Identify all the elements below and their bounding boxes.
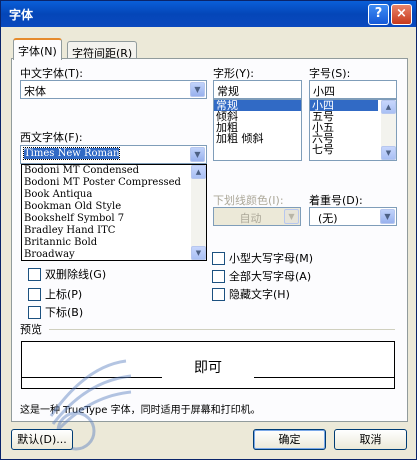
- checkbox-label: 全部大写字母(A): [229, 270, 312, 283]
- checkbox-label: 双删除线(G): [45, 268, 107, 281]
- checkbox-label: 小型大写字母(M): [229, 252, 314, 265]
- font-style-list[interactable]: 常规 倾斜 加粗 加粗 倾斜: [213, 99, 302, 161]
- preview-divider: [49, 329, 395, 330]
- double-strikethrough-checkbox[interactable]: 双删除线(G): [28, 266, 106, 282]
- checkbox-box[interactable]: [28, 305, 41, 319]
- ok-button[interactable]: 确定: [253, 429, 326, 450]
- small-caps-checkbox[interactable]: 小型大写字母(M): [212, 250, 313, 266]
- emphasis-combo[interactable]: (无) ▼: [309, 207, 397, 226]
- font-size-label: 字号(S):: [309, 67, 351, 80]
- chevron-down-icon[interactable]: ▼: [190, 82, 205, 97]
- emphasis-value: (无): [318, 212, 338, 225]
- scroll-up-icon[interactable]: ▲: [191, 165, 206, 179]
- superscript-checkbox[interactable]: 上标(P): [28, 286, 82, 302]
- font-size-input[interactable]: 小四: [309, 80, 397, 99]
- font-size-value: 小四: [313, 85, 335, 98]
- cancel-button[interactable]: 取消: [334, 429, 407, 450]
- tab-font[interactable]: 字体(N): [13, 38, 62, 60]
- checkbox-label: 上标(P): [45, 288, 83, 301]
- checkbox-label: 下标(B): [45, 306, 84, 319]
- western-font-value: Times New Roman: [22, 147, 121, 160]
- scrollbar[interactable]: ▲ ▼: [191, 165, 206, 260]
- list-item[interactable]: Bodoni MT Condensed: [22, 165, 192, 177]
- font-size-list[interactable]: 小四 五号 小五 六号 七号 ▲ ▼: [309, 99, 397, 161]
- underline-color-combo[interactable]: 自动 ▼: [213, 207, 301, 226]
- window-title: 字体: [9, 8, 34, 22]
- hidden-text-checkbox[interactable]: 隐藏文字(H): [212, 286, 290, 302]
- checkbox-label: 隐藏文字(H): [229, 288, 290, 301]
- chevron-down-icon[interactable]: ▼: [284, 209, 299, 224]
- western-font-label: 西文字体(F):: [20, 131, 83, 144]
- chevron-down-icon[interactable]: ▼: [190, 147, 205, 162]
- font-style-input[interactable]: 常规: [213, 80, 302, 99]
- list-item[interactable]: Britannic Bold: [22, 237, 192, 249]
- underline-color-label: 下划线颜色(I):: [213, 194, 284, 207]
- checkbox-box[interactable]: [212, 269, 225, 283]
- checkbox-box[interactable]: [212, 251, 225, 265]
- default-button[interactable]: 默认(D)...: [11, 429, 73, 450]
- title-bar[interactable]: 字体 ? ×: [1, 1, 416, 27]
- font-style-value: 常规: [217, 85, 239, 98]
- list-item[interactable]: 加粗 倾斜: [214, 133, 301, 144]
- checkbox-box[interactable]: [212, 287, 225, 301]
- preview-label: 预览: [20, 323, 42, 336]
- list-item[interactable]: Bookshelf Symbol 7: [22, 213, 192, 225]
- western-font-combo[interactable]: Times New Roman ▼: [20, 145, 207, 164]
- checkbox-box[interactable]: [28, 267, 41, 281]
- list-item[interactable]: Book Antiqua: [22, 189, 192, 201]
- list-item[interactable]: Bookman Old Style: [22, 201, 192, 213]
- scroll-down-icon[interactable]: ▼: [191, 246, 206, 260]
- scroll-up-icon[interactable]: ▲: [381, 100, 396, 114]
- checkbox-box[interactable]: [28, 287, 41, 301]
- subscript-checkbox[interactable]: 下标(B): [28, 304, 83, 320]
- scrollbar[interactable]: ▲ ▼: [381, 100, 396, 160]
- close-button[interactable]: ×: [391, 4, 412, 25]
- list-item[interactable]: Bradley Hand ITC: [22, 225, 192, 237]
- font-dialog: 字体 ? × 字体(N) 字符间距(R) 中文字体(T): 宋体 ▼ 字形(Y)…: [0, 0, 417, 460]
- preview-rule-right: [254, 377, 394, 378]
- underline-color-value: 自动: [239, 212, 262, 225]
- all-caps-checkbox[interactable]: 全部大写字母(A): [212, 268, 311, 284]
- chinese-font-value: 宋体: [24, 85, 46, 98]
- list-item[interactable]: Broadway: [22, 249, 192, 261]
- scroll-down-icon[interactable]: ▼: [381, 146, 396, 160]
- help-button[interactable]: ?: [368, 4, 389, 25]
- chinese-font-label: 中文字体(T):: [20, 67, 84, 80]
- font-style-label: 字形(Y):: [213, 67, 255, 80]
- western-font-dropdown[interactable]: Bodoni MT Condensed Bodoni MT Poster Com…: [21, 164, 207, 261]
- emphasis-label: 着重号(D):: [309, 194, 363, 207]
- list-item[interactable]: Bodoni MT Poster Compressed: [22, 177, 192, 189]
- chinese-font-combo[interactable]: 宋体 ▼: [20, 80, 207, 99]
- chevron-down-icon[interactable]: ▼: [380, 209, 395, 224]
